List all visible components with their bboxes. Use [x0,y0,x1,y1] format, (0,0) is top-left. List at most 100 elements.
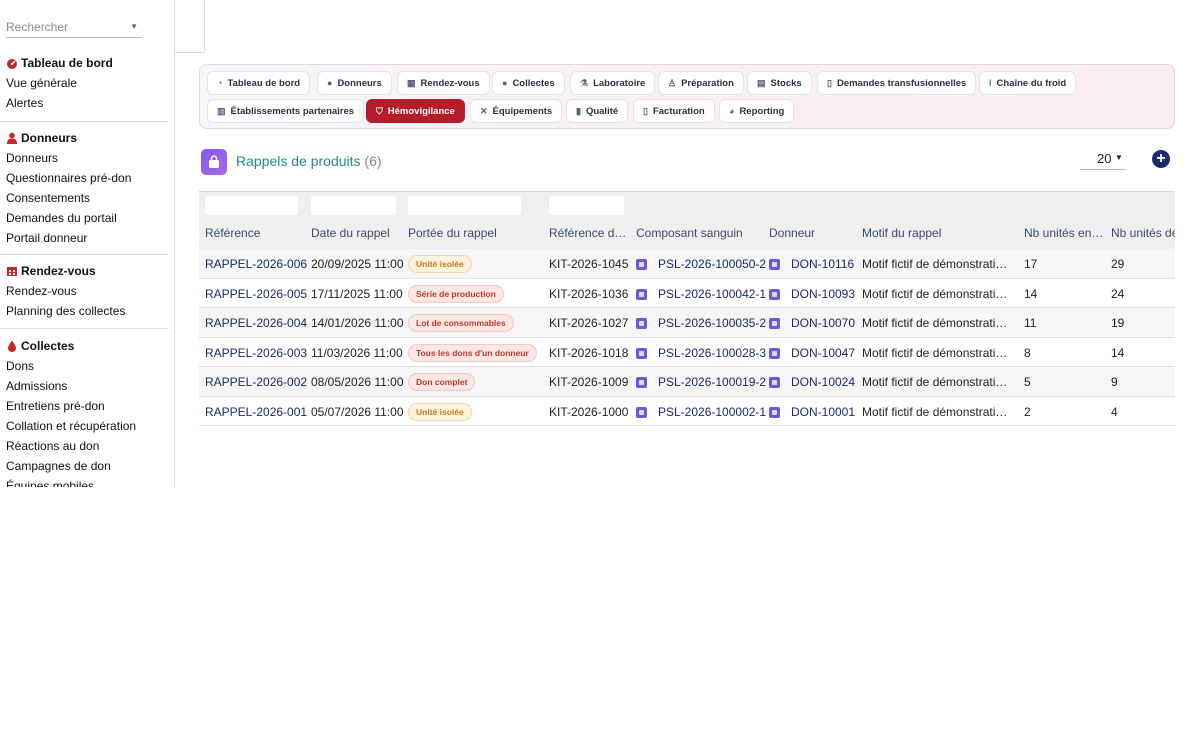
document-icon: ▯ [827,77,832,88]
sidebar-item-portail-donneur[interactable]: Portail donneur [0,228,174,248]
sidebar-section-title[interactable]: Donneurs [0,128,174,148]
column-header[interactable]: Nb unités en… [1024,226,1108,240]
menu-button-demandes-transfusionnelles[interactable]: ▯ Demandes transfusionnelles [817,71,977,95]
menu-button-etablissements[interactable]: ▥ Établissements partenaires [207,99,365,123]
menu-button-equipements[interactable]: ✕ Équipements [470,99,563,123]
sidebar-item-equipes-mobiles[interactable]: Équipes mobiles [0,476,174,487]
filter-input-kit[interactable] [549,196,624,215]
sidebar-section-title[interactable]: Collectes [0,336,174,356]
column-header[interactable]: Motif du rappel [862,226,1022,240]
reference-link[interactable]: RAPPEL-2026-004 [205,316,307,330]
donor-icon [769,347,780,359]
page-size-select[interactable]: 20 ▼ [1080,148,1126,170]
donor-link[interactable]: DON-10024 [791,375,855,389]
scope-badge: Don complet [408,373,476,391]
sidebar-section-title[interactable]: Rendez-vous [0,261,174,281]
menu-button-reporting[interactable]: ◕ Reporting [719,99,795,123]
menu-button-laboratoire[interactable]: ⚗ Laboratoire [570,71,656,95]
menu-button-rendez-vous[interactable]: ▦ Rendez-vous [397,71,490,95]
sidebar-item-reactions[interactable]: Réactions au don [0,436,174,456]
table-row[interactable]: RAPPEL-2026-003 11/03/2026 11:00 Tous le… [199,338,1175,367]
menu-button-qualite[interactable]: ▮ Qualité [566,99,629,123]
sidebar-item-vue-generale[interactable]: Vue générale [0,73,174,93]
menu-button-preparation[interactable]: ♙ Préparation [658,71,744,95]
sidebar-section-title[interactable]: Tableau de bord [0,53,174,73]
table-row[interactable]: RAPPEL-2026-001 05/07/2026 11:00 Unité i… [199,397,1175,426]
menu-button-tableau-de-bord[interactable]: ◔ Tableau de bord [207,71,311,95]
recall-reason: Motif fictif de démonstration … [862,257,1012,271]
component-link[interactable]: PSL-2026-100042-1 [658,287,766,301]
units-count-2: 4 [1111,404,1118,419]
reference-link[interactable]: RAPPEL-2026-002 [205,375,307,389]
kit-reference: KIT-2026-1045 [549,257,629,271]
donor-icon [769,377,780,388]
donor-link[interactable]: DON-10093 [791,287,855,301]
donor-link[interactable]: DON-10070 [791,316,855,330]
person-icon [6,132,18,144]
sidebar-item-consentements[interactable]: Consentements [0,188,174,208]
units-count-1: 11 [1024,316,1037,330]
reference-link[interactable]: RAPPEL-2026-003 [205,346,307,360]
sidebar-item-dons[interactable]: Dons [0,356,174,376]
kit-reference: KIT-2026-1036 [549,286,629,301]
sidebar-item-admissions[interactable]: Admissions [0,376,174,396]
column-header[interactable]: Référence [205,226,305,240]
column-header[interactable]: Composant sanguin [636,226,766,240]
sidebar-item-entretiens[interactable]: Entretiens pré-don [0,396,174,416]
sidebar-item-campagnes[interactable]: Campagnes de don [0,456,174,476]
filter-input-portee[interactable] [408,196,521,215]
table-row[interactable]: RAPPEL-2026-005 17/11/2025 11:00 Série d… [199,279,1175,308]
kit-reference: KIT-2026-1000 [549,404,629,419]
table-row[interactable]: RAPPEL-2026-002 08/05/2026 11:00 Don com… [199,367,1175,397]
reference-link[interactable]: RAPPEL-2026-005 [205,287,307,301]
recall-reason: Motif fictif de démonstration … [862,286,1012,301]
menu-button-donneurs[interactable]: ● Donneurs [317,71,392,95]
donor-link[interactable]: DON-10001 [791,405,855,419]
search-select[interactable]: Rechercher ▼ [6,16,142,38]
component-link[interactable]: PSL-2026-100028-3 [658,346,766,360]
component-link[interactable]: PSL-2026-100002-1 [658,405,766,419]
filter-input-reference[interactable] [205,196,298,215]
add-button[interactable]: + [1152,150,1170,168]
sidebar-item-questionnaires[interactable]: Questionnaires pré-don [0,168,174,188]
sidebar-item-collation[interactable]: Collation et récupération [0,416,174,436]
recall-reason: Motif fictif de démonstration … [862,375,1012,389]
donor-icon [769,259,780,270]
donor-link[interactable]: DON-10047 [791,346,855,360]
column-header[interactable]: Nb unités dé [1111,226,1175,240]
component-link[interactable]: PSL-2026-100035-2 [658,316,766,330]
column-header[interactable]: Portée du rappel [408,226,546,240]
donor-link[interactable]: DON-10116 [791,257,854,271]
menu-button-chaine-du-froid[interactable]: ǀ Chaîne du froid [979,71,1077,95]
table-row[interactable]: RAPPEL-2026-004 14/01/2026 11:00 Lot de … [199,308,1175,338]
menu-button-facturation[interactable]: ▯ Facturation [633,99,715,123]
thermometer-icon: ǀ [989,78,992,88]
sidebar-item-donneurs[interactable]: Donneurs [0,148,174,168]
component-link[interactable]: PSL-2026-100050-2 [658,257,766,271]
column-header[interactable]: Date du rappel [311,226,405,240]
component-link[interactable]: PSL-2026-100019-2 [658,375,766,389]
sidebar-toggle-area [175,0,205,53]
sidebar-item-planning[interactable]: Planning des collectes [0,301,174,321]
drop-icon: ● [502,78,508,88]
menu-button-hemovigilance[interactable]: ⛉ Hémovigilance [366,99,465,123]
column-header[interactable]: Donneur [769,226,859,240]
menu-button-collectes[interactable]: ● Collectes [492,71,565,95]
table-row[interactable]: RAPPEL-2026-006 20/09/2025 11:00 Unité i… [199,249,1175,279]
sidebar-item-alertes[interactable]: Alertes [0,93,174,113]
warehouse-icon: ▤ [757,77,766,88]
building-icon: ▥ [217,105,226,116]
recall-reason: Motif fictif de démonstration … [862,345,1012,360]
column-header[interactable]: Référence d… [549,226,633,240]
chevron-down-icon[interactable]: ▼ [130,22,138,31]
sidebar-section-collectes: Collectes Dons Admissions Entretiens pré… [0,336,174,487]
scope-badge: Unité isolée [408,402,472,421]
sidebar-item-demandes-portail[interactable]: Demandes du portail [0,208,174,228]
reference-link[interactable]: RAPPEL-2026-001 [205,405,307,419]
reference-link[interactable]: RAPPEL-2026-006 [205,257,307,271]
filter-input-date[interactable] [311,196,396,215]
kit-reference: KIT-2026-1027 [549,316,629,330]
sidebar-item-rendez-vous[interactable]: Rendez-vous [0,281,174,301]
calendar-icon [6,265,18,277]
menu-button-stocks[interactable]: ▤ Stocks [747,71,812,95]
